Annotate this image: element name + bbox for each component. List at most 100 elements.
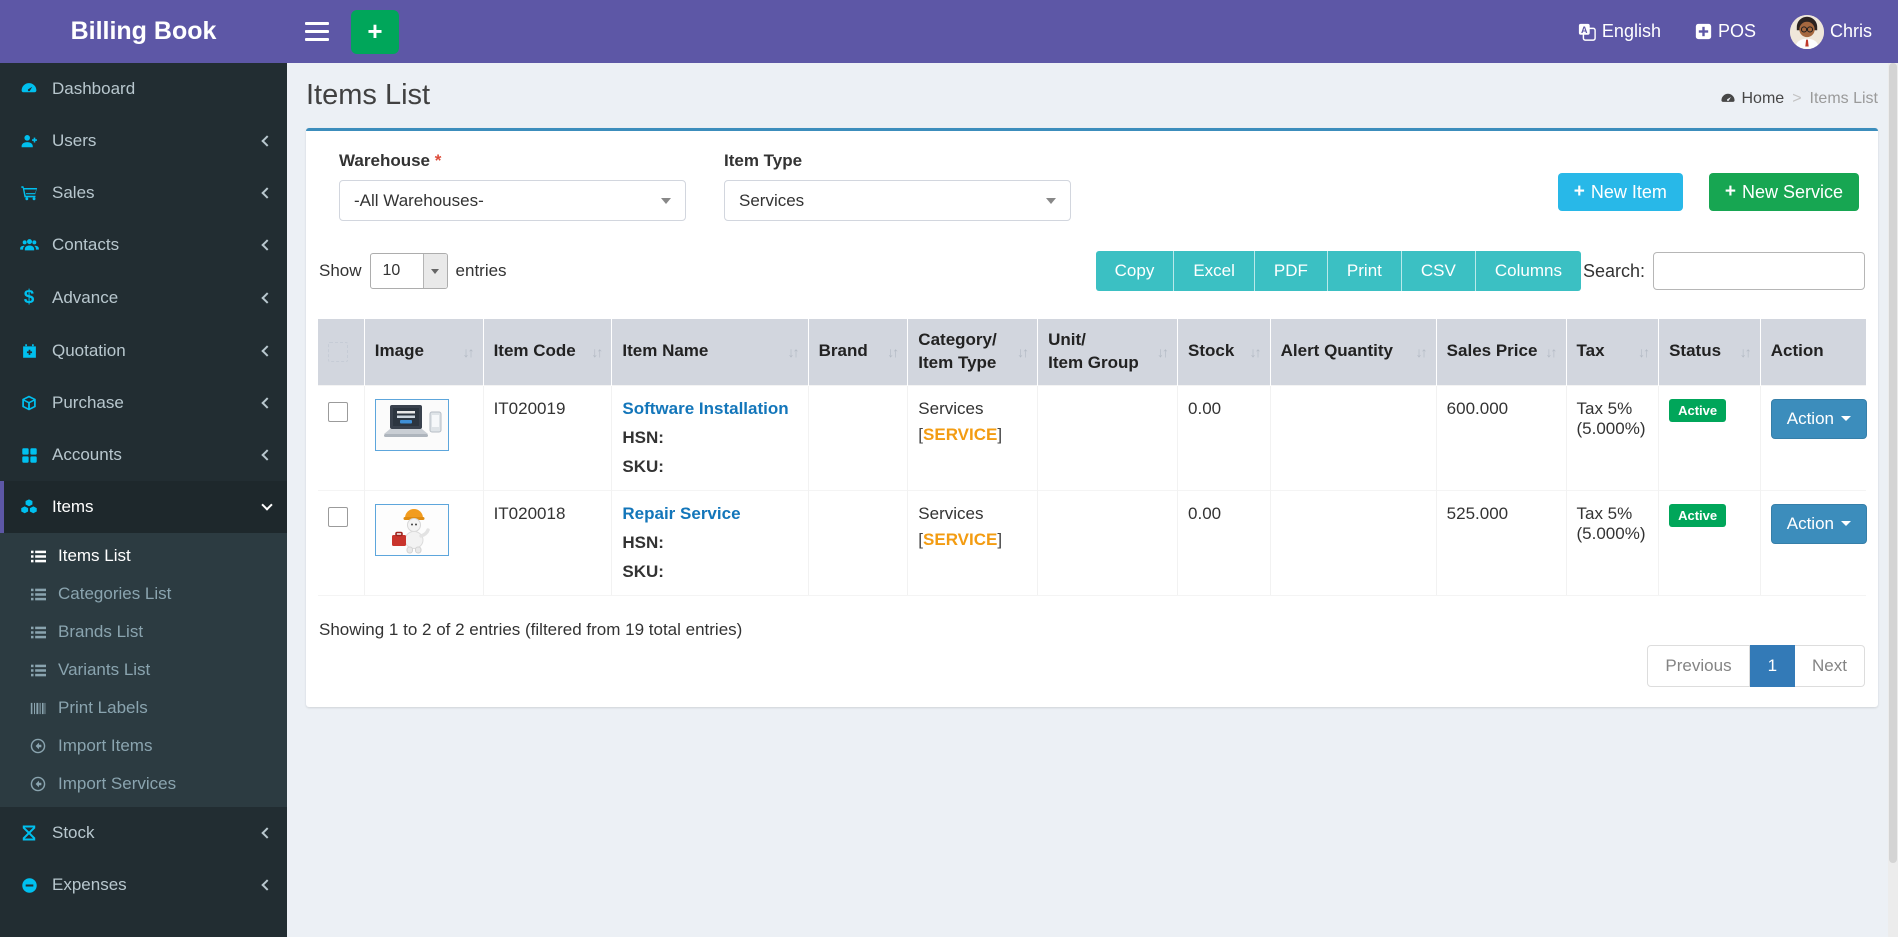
copy-button[interactable]: Copy bbox=[1095, 251, 1175, 291]
sort-icon[interactable] bbox=[1540, 344, 1556, 360]
sidebar-item-items[interactable]: Items bbox=[0, 481, 287, 533]
sort-icon[interactable] bbox=[1734, 344, 1750, 360]
sku-label: SKU: bbox=[622, 456, 664, 476]
sort-icon[interactable] bbox=[1632, 344, 1648, 360]
pos-button[interactable]: POS bbox=[1695, 21, 1756, 42]
sidebar-item-stock[interactable]: Stock bbox=[0, 807, 287, 859]
columns-button[interactable]: Columns bbox=[1475, 251, 1581, 291]
column-header-tax[interactable]: Tax bbox=[1566, 319, 1660, 385]
column-header-sales-price[interactable]: Sales Price bbox=[1436, 319, 1567, 385]
sidebar-subitem-import-services[interactable]: Import Services bbox=[0, 765, 287, 803]
sidebar-item-label: Expenses bbox=[52, 875, 127, 894]
user-menu[interactable]: Chris bbox=[1789, 14, 1872, 49]
action-cell: Action bbox=[1760, 489, 1867, 596]
sort-icon[interactable] bbox=[1244, 344, 1260, 360]
sidebar-subitem-brands-list[interactable]: Brands List bbox=[0, 613, 287, 651]
sort-icon[interactable] bbox=[457, 344, 473, 360]
scrollbar-thumb[interactable] bbox=[1889, 63, 1897, 863]
sidebar-subitem-items-list[interactable]: Items List bbox=[0, 537, 287, 575]
sidebar-subitem-variants-list[interactable]: Variants List bbox=[0, 651, 287, 689]
language-label: English bbox=[1601, 21, 1661, 41]
column-header-category[interactable]: Category/Item Type bbox=[907, 319, 1039, 385]
sidebar-item-quotation[interactable]: Quotation bbox=[0, 325, 287, 377]
column-header-image[interactable]: Image bbox=[364, 319, 484, 385]
calendar-plus-icon bbox=[16, 342, 42, 360]
category-cell: Services [SERVICE] bbox=[907, 489, 1039, 596]
action-dropdown-button[interactable]: Action bbox=[1770, 398, 1867, 439]
language-menu[interactable]: A English bbox=[1578, 21, 1661, 42]
user-avatar bbox=[1789, 14, 1824, 49]
row-checkbox[interactable] bbox=[328, 506, 348, 527]
item-name-link[interactable]: Software Installation bbox=[622, 399, 788, 419]
sort-icon[interactable] bbox=[1011, 344, 1027, 360]
item-code-cell: IT020019 bbox=[483, 384, 613, 490]
column-header-stock[interactable]: Stock bbox=[1177, 319, 1271, 385]
sidebar-subitem-categories-list[interactable]: Categories List bbox=[0, 575, 287, 613]
item-name-link[interactable]: Repair Service bbox=[622, 504, 740, 524]
action-dropdown-button[interactable]: Action bbox=[1770, 503, 1867, 544]
print-button[interactable]: Print bbox=[1327, 251, 1402, 291]
pagination: Previous 1 Next bbox=[1647, 644, 1865, 687]
hourglass-icon bbox=[16, 824, 42, 842]
cube-icon bbox=[16, 394, 42, 412]
select-all-checkbox[interactable] bbox=[328, 341, 348, 362]
laptop-software-product-image[interactable] bbox=[374, 398, 449, 451]
sidebar-item-advance[interactable]: $ Advance bbox=[0, 271, 287, 325]
sidebar-item-accounts[interactable]: Accounts bbox=[0, 429, 287, 481]
users-group-icon bbox=[16, 236, 42, 254]
csv-button[interactable]: CSV bbox=[1401, 251, 1476, 291]
scrollbar[interactable] bbox=[1888, 63, 1898, 937]
sidebar-item-expenses[interactable]: Expenses bbox=[0, 859, 287, 911]
sidebar-item-label: Dashboard bbox=[52, 79, 136, 98]
search-input[interactable] bbox=[1653, 252, 1865, 290]
sidebar-subitem-label: Import Items bbox=[58, 736, 153, 755]
column-header-brand[interactable]: Brand bbox=[808, 319, 909, 385]
sidebar-item-purchase[interactable]: Purchase bbox=[0, 377, 287, 429]
sort-icon[interactable] bbox=[782, 344, 798, 360]
unit-group-cell bbox=[1037, 489, 1179, 596]
breadcrumb: Home > Items List bbox=[1720, 90, 1878, 112]
column-header-unit[interactable]: Unit/Item Group bbox=[1037, 319, 1179, 385]
sidebar-item-dashboard[interactable]: Dashboard bbox=[0, 63, 287, 115]
row-checkbox[interactable] bbox=[328, 401, 348, 422]
column-header-item-code[interactable]: Item Code bbox=[483, 319, 613, 385]
app-title: Billing Book bbox=[70, 17, 217, 45]
plus-icon: + bbox=[1573, 181, 1585, 202]
page-length-select[interactable]: 10 bbox=[369, 253, 448, 289]
breadcrumb-home[interactable]: Home bbox=[1720, 90, 1784, 108]
sidebar-subitem-import-items[interactable]: Import Items bbox=[0, 727, 287, 765]
sidebar-item-sales[interactable]: Sales bbox=[0, 167, 287, 219]
cart-icon bbox=[16, 184, 42, 202]
page-1-button[interactable]: 1 bbox=[1749, 644, 1796, 687]
plus-square-icon bbox=[1695, 23, 1712, 40]
item-type-select-value: Services bbox=[739, 190, 805, 210]
menu-toggle-button[interactable] bbox=[305, 22, 335, 41]
sku-label: SKU: bbox=[622, 561, 664, 581]
list-icon bbox=[26, 625, 50, 640]
sales-price-cell: 525.000 bbox=[1436, 489, 1567, 596]
sort-icon[interactable] bbox=[1151, 344, 1167, 360]
new-service-button[interactable]: + New Service bbox=[1708, 173, 1859, 211]
user-name: Chris bbox=[1829, 21, 1872, 41]
sidebar-item-contacts[interactable]: Contacts bbox=[0, 219, 287, 271]
chevron-left-icon bbox=[261, 187, 273, 199]
sidebar-item-users[interactable]: Users bbox=[0, 115, 287, 167]
next-page-button[interactable]: Next bbox=[1795, 644, 1865, 687]
sort-icon[interactable] bbox=[585, 344, 601, 360]
arrow-circle-left-icon bbox=[26, 738, 50, 754]
pdf-button[interactable]: PDF bbox=[1254, 251, 1328, 291]
warehouse-select[interactable]: -All Warehouses- bbox=[339, 180, 686, 221]
quick-add-button[interactable]: + bbox=[351, 9, 399, 54]
sidebar-subitem-print-labels[interactable]: Print Labels bbox=[0, 689, 287, 727]
app-logo[interactable]: Billing Book bbox=[0, 0, 287, 63]
sort-icon[interactable] bbox=[1410, 344, 1426, 360]
item-type-select[interactable]: Services bbox=[724, 180, 1071, 221]
excel-button[interactable]: Excel bbox=[1174, 251, 1255, 291]
previous-page-button[interactable]: Previous bbox=[1647, 644, 1750, 687]
repair-service-mascot-image[interactable] bbox=[374, 503, 449, 556]
new-item-button[interactable]: + New Item bbox=[1557, 173, 1683, 211]
column-header-item-name[interactable]: Item Name bbox=[611, 319, 809, 385]
column-header-alert-quantity[interactable]: Alert Quantity bbox=[1270, 319, 1437, 385]
sort-icon[interactable] bbox=[881, 344, 897, 360]
column-header-status[interactable]: Status bbox=[1658, 319, 1761, 385]
